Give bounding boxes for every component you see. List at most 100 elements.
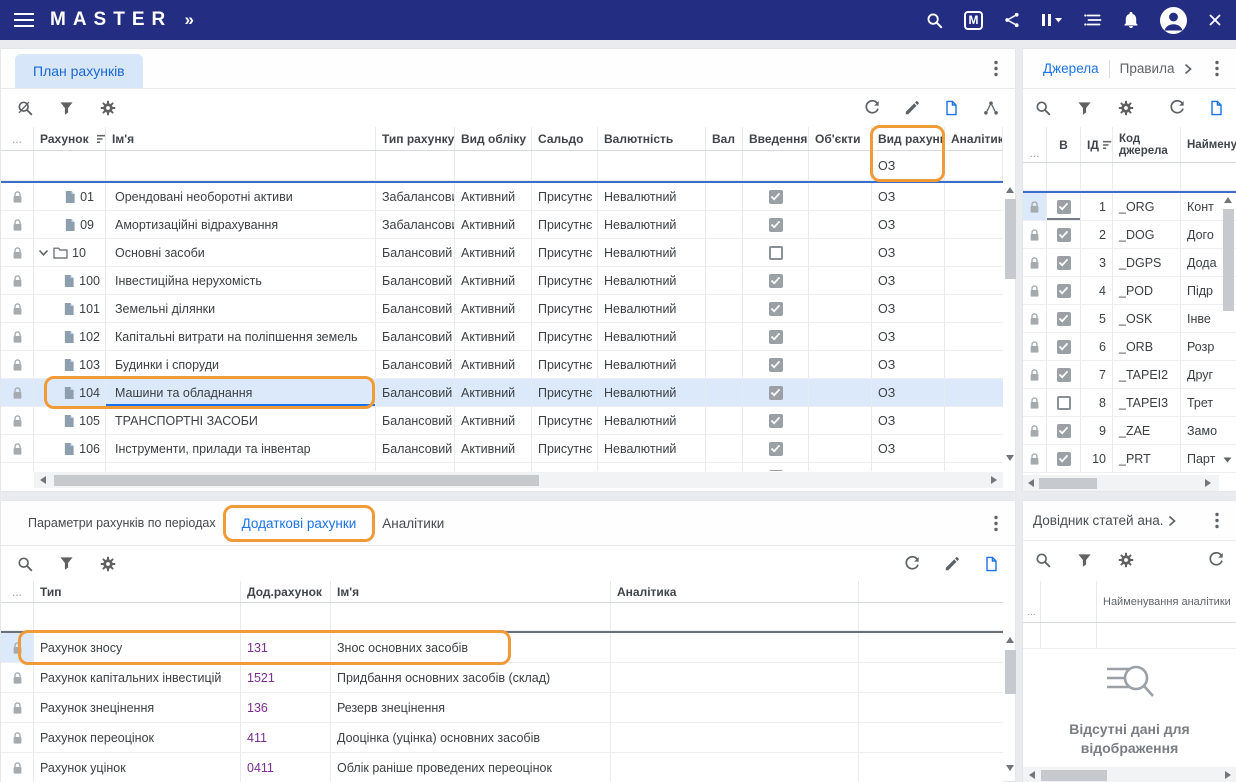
scroll-left-arrow[interactable]: [1028, 479, 1034, 487]
column-header[interactable]: Тип рахунку: [376, 127, 455, 150]
subaccount-row[interactable]: Рахунок знецінення136Резерв знецінення: [1, 693, 1003, 723]
subaccount-row[interactable]: Рахунок капітальних інвестицій1521Придба…: [1, 663, 1003, 693]
account-row[interactable]: 105ТРАНСПОРТНІ ЗАСОБИБалансовийАктивнийП…: [1, 407, 1003, 435]
row-checkbox[interactable]: [769, 274, 783, 288]
account-number-cell[interactable]: 01: [34, 183, 106, 210]
filter-cell[interactable]: [1081, 163, 1113, 190]
enabled-cell[interactable]: [1047, 445, 1081, 472]
row-checkbox[interactable]: [1057, 340, 1071, 354]
account-name-cell[interactable]: Основні засоби: [106, 239, 376, 266]
row-checkbox[interactable]: [769, 470, 783, 472]
filter-cell[interactable]: [455, 151, 532, 180]
filter-cell[interactable]: [34, 151, 106, 180]
menu-icon[interactable]: [14, 13, 34, 27]
tab-dodatkovi-rahunky[interactable]: Додаткові рахунки: [229, 509, 370, 538]
entry-cell[interactable]: [743, 211, 809, 238]
row-checkbox[interactable]: [769, 190, 783, 204]
account-name-cell[interactable]: Орендовані необоротні активи: [106, 183, 376, 210]
filter-cell[interactable]: [106, 151, 376, 180]
filter-cell[interactable]: [611, 603, 859, 630]
row-checkbox[interactable]: [1057, 312, 1071, 326]
filter-cell[interactable]: [34, 603, 241, 630]
expand-chevron-icon[interactable]: [1184, 63, 1192, 75]
refresh-icon[interactable]: [1169, 100, 1185, 116]
more-menu-icon[interactable]: [1208, 56, 1226, 81]
notifications-icon[interactable]: [1123, 12, 1139, 29]
scrollbar-thumb[interactable]: [1005, 650, 1016, 694]
column-header[interactable]: Введення: [743, 127, 809, 150]
queue-icon[interactable]: [1084, 13, 1102, 27]
account-row[interactable]: 09Амортизаційні відрахуванняЗабалансовий…: [1, 211, 1003, 239]
avatar[interactable]: [1160, 7, 1187, 34]
account-number-cell[interactable]: 10: [34, 239, 106, 266]
filter-cell[interactable]: [241, 603, 331, 630]
subaccount-row[interactable]: Рахунок зносу131Знос основних засобів: [1, 633, 1003, 663]
filter-cell[interactable]: [1047, 163, 1081, 190]
enabled-cell[interactable]: [1047, 193, 1081, 220]
row-checkbox[interactable]: [1057, 256, 1071, 270]
column-header[interactable]: Аналітика: [611, 581, 859, 602]
filter-cell[interactable]: ОЗ: [872, 151, 945, 180]
account-name-cell[interactable]: Будинки і споруди: [106, 351, 376, 378]
row-checkbox[interactable]: [1057, 368, 1071, 382]
entry-cell[interactable]: [743, 183, 809, 210]
filter-cell[interactable]: [1, 603, 34, 630]
account-row[interactable]: 102Капітальні витрати на поліпшення земе…: [1, 323, 1003, 351]
account-number-cell[interactable]: 105: [34, 407, 106, 434]
scroll-left-arrow[interactable]: [40, 476, 46, 484]
filter-cell[interactable]: [598, 151, 706, 180]
pause-menu-icon[interactable]: [1041, 13, 1063, 27]
filter-cell[interactable]: [376, 151, 455, 180]
source-row[interactable]: 4_PODПідр: [1023, 277, 1236, 305]
column-header[interactable]: ІД: [1081, 127, 1113, 162]
subaccount-type-cell[interactable]: Рахунок знецінення: [34, 693, 241, 722]
account-row[interactable]: 10Основні засобиБалансовийАктивнийПрисут…: [1, 239, 1003, 267]
entry-cell[interactable]: [743, 323, 809, 350]
account-name-cell[interactable]: Земельні ділянки: [106, 295, 376, 322]
search-icon[interactable]: [1035, 100, 1051, 116]
settings-icon[interactable]: [100, 556, 116, 572]
column-header[interactable]: Валютність: [598, 127, 706, 150]
column-header[interactable]: Тип: [34, 581, 241, 602]
sort-icon[interactable]: [97, 134, 106, 144]
settings-icon[interactable]: [1118, 100, 1134, 116]
account-row[interactable]: 104Машини та обладнанняБалансовийАктивни…: [1, 379, 1003, 407]
tab-plan-rahunkiv[interactable]: План рахунків: [15, 54, 143, 88]
row-checkbox[interactable]: [1057, 200, 1071, 214]
account-row[interactable]: 100Інвестиційна нерухомістьБалансовийАкт…: [1, 267, 1003, 295]
h-scrollbar[interactable]: [1023, 767, 1236, 782]
account-name-cell[interactable]: Машини та обладнання: [106, 379, 376, 406]
close-icon[interactable]: [1208, 13, 1222, 27]
account-name-cell[interactable]: ТРАНСПОРТНІ ЗАСОБИ: [106, 407, 376, 434]
account-row[interactable]: 103Будинки і спорудиБалансовийАктивнийПр…: [1, 351, 1003, 379]
source-row[interactable]: 9_ZAEЗамо: [1023, 417, 1236, 445]
column-header[interactable]: Вид обліку: [455, 127, 532, 150]
source-row[interactable]: 10_PRTПарт: [1023, 445, 1236, 473]
column-header[interactable]: Сальдо: [532, 127, 598, 150]
scroll-down-arrow[interactable]: [1006, 765, 1014, 771]
scrollbar-thumb[interactable]: [54, 475, 539, 486]
source-row[interactable]: 6_ORBРозр: [1023, 333, 1236, 361]
entry-cell[interactable]: [743, 379, 809, 406]
scroll-left-arrow[interactable]: [1029, 771, 1035, 779]
enabled-cell[interactable]: [1047, 221, 1081, 248]
filter-cell[interactable]: [1023, 163, 1047, 190]
scroll-right-arrow[interactable]: [1225, 771, 1231, 779]
refresh-icon[interactable]: [904, 556, 920, 572]
entry-cell[interactable]: [743, 463, 809, 471]
subaccount-type-cell[interactable]: Рахунок переоцінок: [34, 723, 241, 752]
row-checkbox[interactable]: [769, 386, 783, 400]
source-row[interactable]: 7_TAPEI2Друг: [1023, 361, 1236, 389]
search-icon[interactable]: [1035, 552, 1051, 568]
settings-icon[interactable]: [100, 100, 116, 116]
source-row[interactable]: 1_ORGКонт: [1023, 193, 1236, 221]
account-name-cell[interactable]: Тварини: [106, 463, 376, 471]
master-badge-icon[interactable]: M: [964, 11, 983, 30]
column-header[interactable]: Ім'я: [106, 127, 376, 150]
scroll-right-arrow[interactable]: [1205, 479, 1211, 487]
enabled-cell[interactable]: [1047, 417, 1081, 444]
row-checkbox[interactable]: [769, 442, 783, 456]
entry-cell[interactable]: [743, 407, 809, 434]
source-row[interactable]: 2_DOGДого: [1023, 221, 1236, 249]
scroll-down-arrow[interactable]: [1006, 455, 1014, 461]
